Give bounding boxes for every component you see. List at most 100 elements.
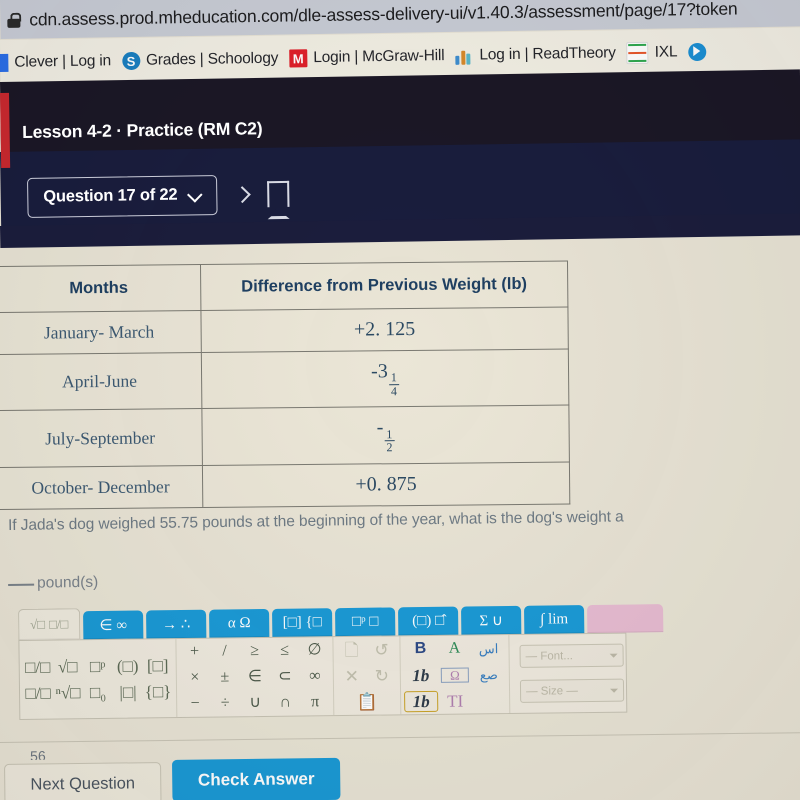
tab-greek[interactable]: α Ω (209, 608, 270, 638)
partial-answer-value: 56 (30, 747, 46, 760)
bookmark-mcgraw-hill[interactable]: M Login | McGraw-Hill (289, 47, 445, 68)
tab-basic-label: √□ (29, 616, 46, 632)
group-operators: + / ≥ ≤ ∅ × ± ∈ ⊂ ∞ − ÷ ∪ ∩ π (176, 637, 335, 718)
bookmark-edpuzzle[interactable] (688, 42, 707, 62)
tab-geometry[interactable]: □ᵖ □ (335, 607, 396, 637)
math-equation-toolbar: √□ □/□ ∈ ∞ → ∴ α Ω [□] {□ □ᵖ □ (□) □̂ Σ … (18, 601, 664, 720)
btn-greater-equal[interactable]: ≥ (239, 642, 269, 659)
table-row: January- March +2. 125 (0, 307, 569, 355)
answer-blank[interactable] (8, 583, 35, 586)
btn-plus-minus[interactable]: ± (210, 668, 240, 685)
btn-minus[interactable]: − (180, 695, 210, 712)
btn-subscript[interactable]: □₀ (83, 682, 113, 701)
bookmark-ixl[interactable]: IXL (626, 41, 678, 65)
tab-sets-label: ∈ ∞ (99, 617, 128, 634)
btn-slash[interactable]: / (209, 642, 239, 659)
btn-parentheses[interactable]: (□) (113, 656, 143, 675)
chevron-down-icon (188, 188, 201, 201)
btn-absolute-value[interactable]: |□| (113, 682, 143, 701)
tab-grouping-label: (□) □̂ (412, 612, 445, 629)
btn-superscript[interactable]: □ᵖ (83, 656, 113, 675)
fraction: 12 (384, 427, 395, 454)
bidi-toggle-2[interactable]: 1b (404, 690, 439, 712)
answer-input-line[interactable]: pound(s) (8, 574, 98, 593)
ixl-favicon (626, 41, 649, 65)
bookmark-clever[interactable]: Clever | Log in (0, 52, 111, 73)
copy-icon[interactable]: 🗋 (336, 640, 366, 659)
tab-arrows[interactable]: → ∴ (146, 609, 207, 639)
btn-empty-set[interactable]: ∅ (299, 641, 329, 658)
schoology-favicon: S (121, 51, 141, 71)
group-fractions: □/□ √□ □ᵖ (□) [□] □/□ ⁿ√□ □₀ |□| {□} (19, 639, 178, 719)
mcgraw-hill-favicon: M (289, 49, 308, 68)
math-symbol-panel: □/□ √□ □ᵖ (□) [□] □/□ ⁿ√□ □₀ |□| {□} + / (18, 632, 628, 720)
redo-icon[interactable]: ↻ (367, 666, 397, 685)
tab-basic[interactable]: √□ □/□ (18, 608, 81, 640)
next-question-button[interactable]: Next Question (4, 762, 162, 800)
chevron-down-icon (609, 653, 618, 658)
btn-subset[interactable]: ⊂ (270, 668, 300, 685)
btn-intersection[interactable]: ∩ (270, 694, 300, 711)
btn-pi[interactable]: π (300, 693, 330, 710)
cell-difference: +0. 875 (202, 461, 570, 508)
cell-months: July-September (0, 408, 203, 468)
paste-icon[interactable]: 📋 (352, 692, 382, 711)
btn-less-equal[interactable]: ≤ (269, 642, 299, 659)
text-color-icon[interactable]: A (439, 640, 469, 657)
bookmark-label: IXL (654, 43, 678, 61)
bold-button[interactable]: B (405, 640, 435, 657)
tab-matrix[interactable]: [□] {□ (272, 608, 333, 637)
bookmark-readtheory[interactable]: Log in | ReadTheory (455, 44, 616, 65)
cut-icon[interactable]: ✕ (337, 666, 367, 685)
chevron-right-icon[interactable] (235, 185, 249, 205)
browser-screenshot: cdn.assess.prod.mheducation.com/dle-asse… (0, 0, 800, 800)
bookmark-label: Grades | Schoology (145, 49, 279, 69)
cell-difference-whole: - (376, 416, 384, 439)
tab-arrows-label: → ∴ (161, 616, 191, 633)
btn-braces[interactable]: {□} (143, 682, 173, 701)
lock-icon (7, 12, 22, 28)
table-header-row: Months Difference from Previous Weight (… (0, 261, 568, 313)
btn-times[interactable]: × (180, 669, 210, 686)
bookmark-schoology[interactable]: S Grades | Schoology (121, 49, 279, 71)
cell-difference-whole: -3 (371, 360, 388, 383)
text-insert-icon[interactable]: TI (440, 691, 470, 710)
bidi-toggle-1[interactable]: 1b (406, 665, 436, 684)
btn-element-of[interactable]: ∈ (240, 668, 270, 685)
tab-greek-label: α Ω (227, 614, 251, 631)
question-selector-dropdown[interactable]: Question 17 of 22 (27, 175, 218, 218)
btn-brackets[interactable]: [□] (143, 656, 173, 675)
tab-matrix-label: [□] {□ (282, 613, 322, 631)
undo-icon[interactable]: ↺ (366, 640, 396, 659)
btn-nth-root[interactable]: ⁿ√□ (53, 683, 83, 702)
url-text[interactable]: cdn.assess.prod.mheducation.com/dle-asse… (29, 0, 738, 30)
btn-fraction[interactable]: □/□ (23, 657, 53, 676)
chevron-down-icon (610, 688, 619, 693)
tab-calculus[interactable]: ∫ lim (524, 605, 585, 634)
table-header-difference: Difference from Previous Weight (lb) (200, 261, 568, 311)
size-select[interactable]: — Size — (519, 678, 625, 703)
special-characters-icon[interactable]: Ω (440, 666, 469, 683)
tab-sets[interactable]: ∈ ∞ (83, 610, 144, 640)
font-select[interactable]: — Font... (519, 643, 624, 668)
btn-infinity[interactable]: ∞ (300, 667, 330, 684)
btn-mixed-fraction[interactable]: □/□ (23, 683, 53, 702)
btn-union[interactable]: ∪ (240, 694, 270, 711)
cell-difference: -12 (201, 405, 570, 466)
arabic2-icon[interactable]: صع (474, 667, 504, 682)
tab-sigma[interactable]: Σ ∪ (461, 605, 522, 635)
readtheory-favicon (455, 47, 473, 65)
bookmark-label: Log in | ReadTheory (479, 44, 616, 64)
arabic-icon[interactable]: اس (473, 641, 503, 656)
check-answer-button[interactable]: Check Answer (171, 757, 341, 800)
weight-difference-table: Months Difference from Previous Weight (… (0, 260, 571, 510)
btn-divide[interactable]: ÷ (210, 694, 240, 711)
btn-sqrt[interactable]: √□ (53, 657, 83, 676)
left-red-accent-strip (0, 92, 11, 168)
bookmark-icon[interactable] (267, 180, 290, 208)
tab-color[interactable] (587, 604, 664, 634)
group-clipboard: 🗋 ↺ ✕ ↻ 📋 (333, 636, 402, 716)
tab-grouping[interactable]: (□) □̂ (398, 606, 459, 636)
tab-geometry-label: □ᵖ □ (351, 613, 379, 630)
btn-plus[interactable]: + (179, 643, 209, 660)
